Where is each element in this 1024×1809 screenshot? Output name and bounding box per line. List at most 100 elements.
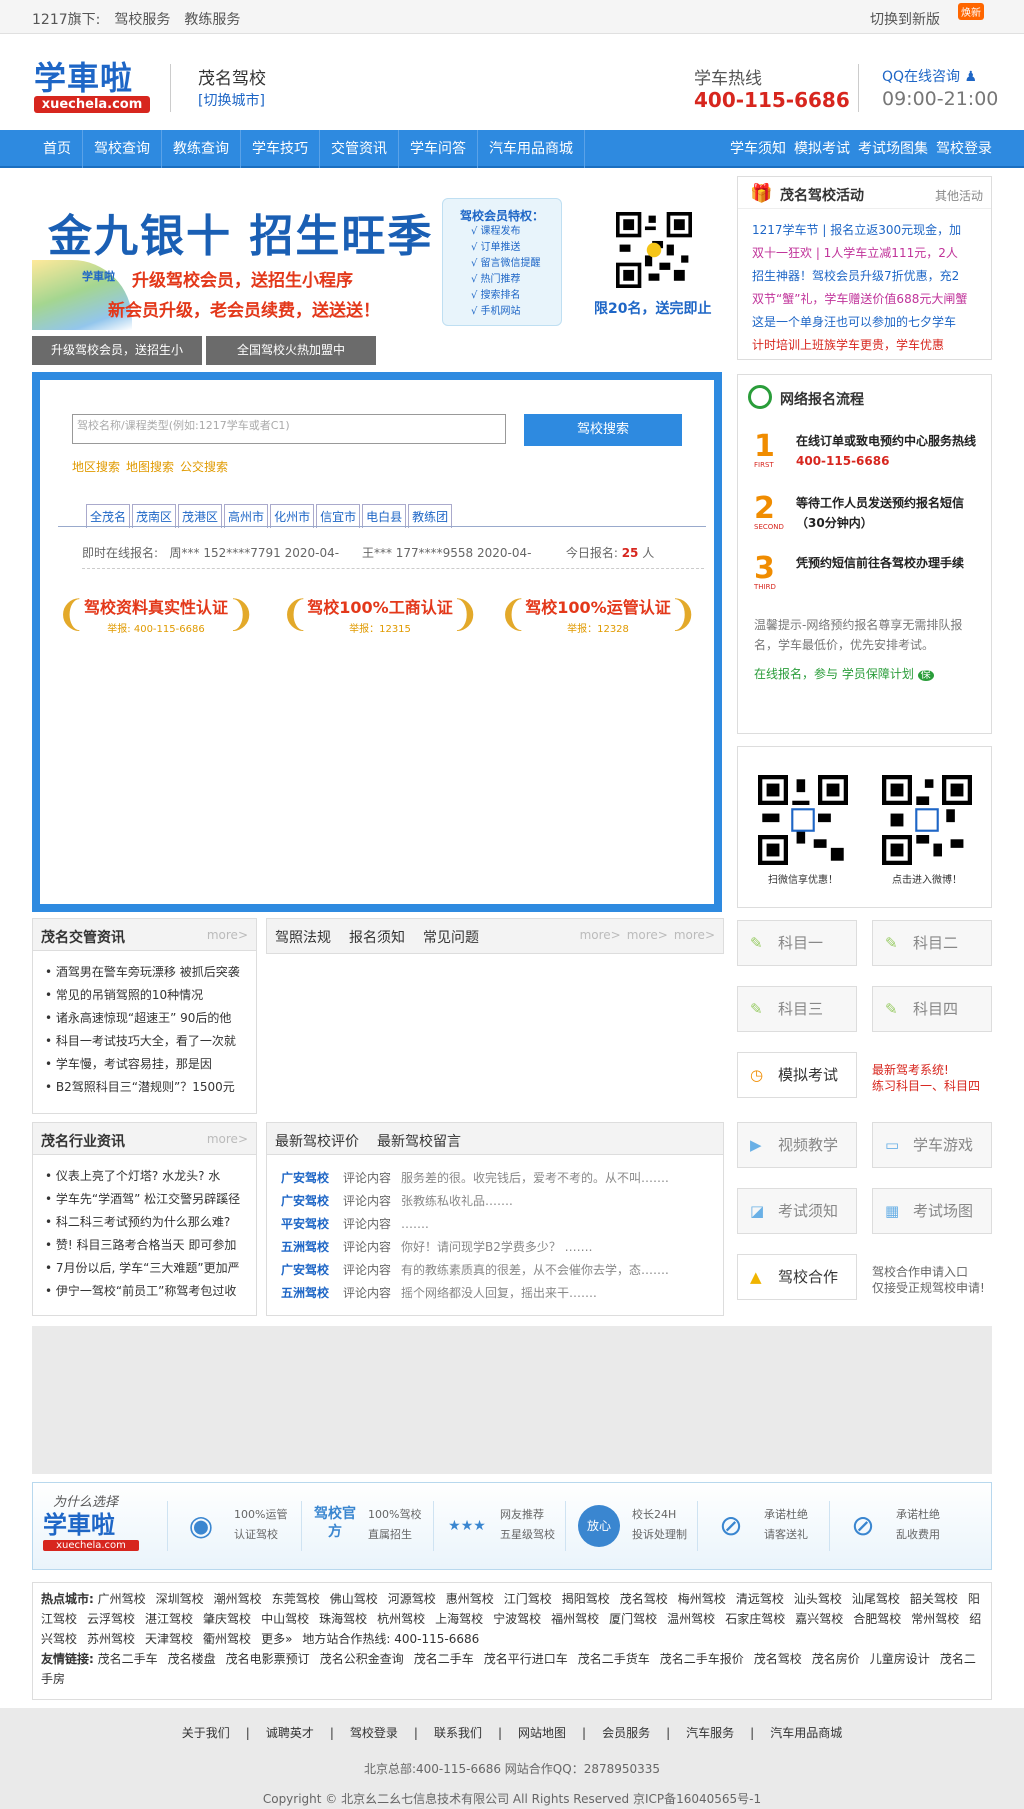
news-item[interactable]: 科二科三考试预约为什么那么难? — [45, 1211, 245, 1234]
promo-banner[interactable]: 金九银十 招生旺季 学車啦 升级驾校会员，送招生小程序 新会员升级，老会员续费，… — [32, 180, 722, 338]
news-item[interactable]: 学车慢，考试容易挂，那是因 — [45, 1053, 245, 1076]
city-link[interactable]: 石家庄驾校 — [725, 1612, 785, 1626]
eval-school[interactable]: 五洲驾校 — [281, 1282, 343, 1305]
evaluation-row[interactable]: 广安驾校 评论内容 服务差的很。收完钱后，爱考不考的。从不叫……. — [281, 1167, 711, 1190]
eval-school[interactable]: 广安驾校 — [281, 1167, 343, 1190]
evaluation-row[interactable]: 广安驾校 评论内容 有的教练素质真的很差，从不会催你去学，态……. — [281, 1259, 711, 1282]
nav-mock-exam[interactable]: 模拟考试 — [786, 130, 850, 168]
city-link[interactable]: 佛山驾校 — [330, 1592, 378, 1606]
nav-traffic-news[interactable]: 交管资讯 — [320, 130, 399, 168]
eval-school[interactable]: 广安驾校 — [281, 1190, 343, 1213]
city-link[interactable]: 衢州驾校 — [203, 1632, 251, 1646]
news-item[interactable]: 学车先“学酒驾” 松江交警另辟蹊径 — [45, 1188, 245, 1211]
friend-link[interactable]: 茂名公积金查询 — [320, 1652, 404, 1666]
weibo-qr-icon[interactable] — [882, 775, 972, 865]
city-link[interactable]: 江门驾校 — [504, 1592, 552, 1606]
activity-item[interactable]: 招生神器！驾校会员升级7折优惠，充2 — [752, 265, 984, 288]
tile-subject-1[interactable]: ✎ 科目一 — [737, 920, 857, 966]
evaluation-row[interactable]: 平安驾校 评论内容 ……. — [281, 1213, 711, 1236]
more-link[interactable]: more> — [627, 928, 668, 942]
footer-link[interactable]: 联系我们 — [434, 1726, 482, 1740]
city-link[interactable]: 珠海驾校 — [319, 1612, 367, 1626]
friend-link[interactable]: 茂名二手车报价 — [660, 1652, 744, 1666]
city-link[interactable]: 揭阳驾校 — [562, 1592, 610, 1606]
tab-latest-messages[interactable]: 最新驾校留言 — [377, 1134, 461, 1150]
area-tab[interactable]: 全茂名 — [86, 504, 131, 528]
friend-link[interactable]: 茂名驾校 — [754, 1652, 802, 1666]
tile-subject-2[interactable]: ✎ 科目二 — [872, 920, 992, 966]
tile-subject-3[interactable]: ✎ 科目三 — [737, 986, 857, 1032]
tile-exam-notice[interactable]: ◪ 考试须知 — [737, 1188, 857, 1234]
footer-link[interactable]: 汽车用品商城 — [770, 1726, 842, 1740]
tab-latest-reviews[interactable]: 最新驾校评价 — [275, 1134, 359, 1150]
city-link[interactable]: 广州驾校 — [98, 1592, 146, 1606]
city-link[interactable]: 温州驾校 — [667, 1612, 715, 1626]
news-item[interactable]: 赞! 科目三路考合格当天 即可参加 — [45, 1234, 245, 1257]
other-activities-link[interactable]: 其他活动 — [935, 187, 983, 204]
tab-regulations[interactable]: 驾照法规 — [275, 930, 331, 946]
city-link[interactable]: 茂名驾校 — [620, 1592, 668, 1606]
friend-link[interactable]: 茂名二手车 — [98, 1652, 158, 1666]
city-link[interactable]: 湛江驾校 — [145, 1612, 193, 1626]
nav-mall[interactable]: 汽车用品商城 — [478, 130, 585, 168]
city-link[interactable]: 汕头驾校 — [794, 1592, 842, 1606]
news-item[interactable]: 7月份以后, 学车“三大难题”更加严 — [45, 1257, 245, 1280]
footer-link[interactable]: 诚聘英才 — [266, 1726, 314, 1740]
news-item[interactable]: 常见的吊销驾照的10种情况 — [45, 984, 245, 1007]
search-input[interactable]: 驾校名称/课程类型(例如:1217学车或者C1) — [72, 414, 506, 444]
school-search-button[interactable]: 驾校搜索 — [524, 414, 682, 446]
eval-school[interactable]: 平安驾校 — [281, 1213, 343, 1236]
area-tab[interactable]: 电白县 — [362, 504, 407, 528]
city-link[interactable]: 汕尾驾校 — [852, 1592, 900, 1606]
city-link[interactable]: 杭州驾校 — [377, 1612, 425, 1626]
city-link[interactable]: 肇庆驾校 — [203, 1612, 251, 1626]
bus-search-link[interactable]: 公交搜索 — [180, 460, 228, 474]
nav-exam-gallery[interactable]: 考试场图集 — [850, 130, 928, 168]
banner-tab-upgrade[interactable]: 升级驾校会员，送招生小 — [32, 336, 202, 365]
area-tab[interactable]: 茂南区 — [132, 504, 177, 528]
news-item[interactable]: B2驾照科目三“潜规则”？1500元 — [45, 1076, 245, 1099]
friend-link[interactable]: 儿童房设计 — [870, 1652, 930, 1666]
tile-video-lessons[interactable]: ▶ 视频教学 — [737, 1122, 857, 1168]
activity-item[interactable]: 计时培训上班族学车更贵，学车优惠 — [752, 334, 984, 357]
link-coach-service[interactable]: 教练服务 — [184, 12, 240, 28]
city-link[interactable]: 合肥驾校 — [853, 1612, 901, 1626]
city-link[interactable]: 云浮驾校 — [87, 1612, 135, 1626]
friend-link[interactable]: 茂名平行进口车 — [484, 1652, 568, 1666]
city-link[interactable]: 苏州驾校 — [87, 1632, 135, 1646]
area-tab[interactable]: 高州市 — [224, 504, 269, 528]
evaluation-row[interactable]: 五洲驾校 评论内容 你好！请问现学B2学费多少？ ……. — [281, 1236, 711, 1259]
footer-link[interactable]: 网站地图 — [518, 1726, 566, 1740]
city-link[interactable]: 清远驾校 — [736, 1592, 784, 1606]
city-link[interactable]: 潮州驾校 — [214, 1592, 262, 1606]
tile-exam-venues[interactable]: ▦ 考试场图 — [872, 1188, 992, 1234]
more-link[interactable]: more> — [580, 928, 621, 942]
more-link[interactable]: more> — [207, 928, 248, 942]
tile-subject-4[interactable]: ✎ 科目四 — [872, 986, 992, 1032]
footer-link[interactable]: 驾校登录 — [350, 1726, 398, 1740]
friend-link[interactable]: 茂名二手车 — [414, 1652, 474, 1666]
link-school-service[interactable]: 驾校服务 — [114, 12, 170, 28]
wechat-qr-icon[interactable] — [758, 775, 848, 865]
switch-version-link[interactable]: 切换到新版 — [870, 9, 940, 29]
nav-coach-search[interactable]: 教练查询 — [162, 130, 241, 168]
city-link[interactable]: 天津驾校 — [145, 1632, 193, 1646]
more-link[interactable]: more> — [207, 1132, 248, 1146]
city-link[interactable]: 嘉兴驾校 — [795, 1612, 843, 1626]
nav-home[interactable]: 首页 — [32, 130, 83, 168]
city-link[interactable]: 上海驾校 — [435, 1612, 483, 1626]
nav-school-login[interactable]: 驾校登录 — [928, 130, 992, 168]
city-link[interactable]: 中山驾校 — [261, 1612, 309, 1626]
city-link[interactable]: 宁波驾校 — [493, 1612, 541, 1626]
area-tab[interactable]: 茂港区 — [178, 504, 223, 528]
area-tab[interactable]: 信宜市 — [316, 504, 361, 528]
footer-link[interactable]: 汽车服务 — [686, 1726, 734, 1740]
activity-item[interactable]: 这是一个单身汪也可以参加的七夕学车 — [752, 311, 984, 334]
evaluation-row[interactable]: 广安驾校 评论内容 张教练私收礼品……. — [281, 1190, 711, 1213]
news-item[interactable]: 酒驾男在警车旁玩漂移 被抓后突袭 — [45, 961, 245, 984]
city-link[interactable]: 惠州驾校 — [446, 1592, 494, 1606]
friend-link[interactable]: 茂名电影票预订 — [226, 1652, 310, 1666]
city-link[interactable]: 更多» — [261, 1632, 292, 1646]
tile-cooperation[interactable]: ▲ 驾校合作 — [737, 1254, 857, 1300]
news-item[interactable]: 诸永高速惊现“超速王” 90后的他 — [45, 1007, 245, 1030]
